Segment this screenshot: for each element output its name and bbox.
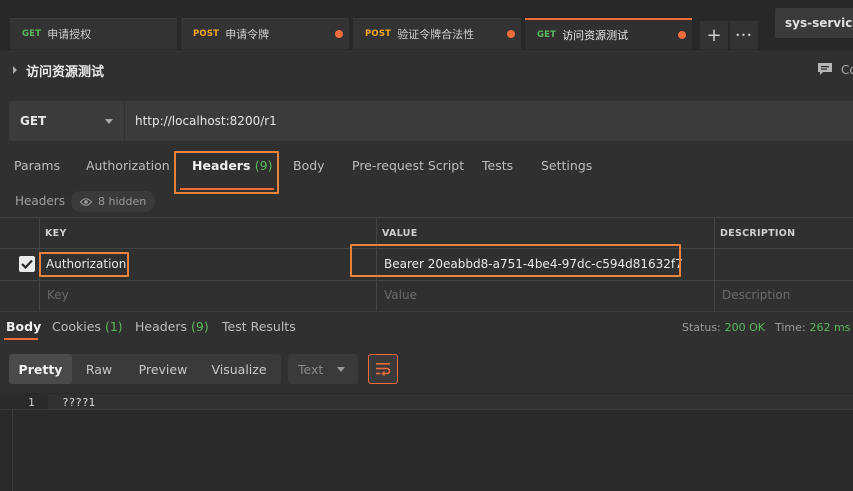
environment-selector[interactable]: sys-service — [775, 8, 853, 38]
new-tab-button[interactable]: + — [700, 21, 728, 49]
view-preview-button[interactable]: Preview — [126, 354, 200, 384]
description-placeholder[interactable]: Description — [722, 288, 790, 302]
method-value: GET — [20, 114, 47, 128]
wrap-lines-button[interactable] — [368, 354, 398, 384]
tab-prerequest-script[interactable]: Pre-request Script — [352, 158, 464, 178]
format-select[interactable]: Text — [288, 354, 358, 384]
editor-gutter-line — [12, 410, 13, 491]
tab-authorization[interactable]: Authorization — [86, 158, 170, 178]
response-status: Status: 200 OK — [682, 320, 765, 334]
hidden-headers-count: 8 hidden — [98, 195, 147, 208]
request-tab-4[interactable]: GET 访问资源测试 — [525, 18, 692, 49]
tab-method: GET — [22, 29, 42, 39]
highlight-box-value — [350, 244, 681, 277]
unsaved-dot-icon — [678, 31, 686, 39]
url-value: http://localhost:8200/r1 — [135, 114, 277, 128]
tab-title: 访问资源测试 — [562, 28, 629, 42]
time-value: 262 ms — [809, 321, 851, 334]
request-title[interactable]: 访问资源测试 — [13, 60, 104, 80]
table-border — [0, 280, 853, 281]
comments-button[interactable]: Co — [817, 62, 853, 77]
tab-title: 验证令牌合法性 — [397, 28, 475, 41]
highlight-box-headers-tab — [174, 151, 279, 194]
status-value: 200 OK — [724, 321, 765, 334]
tab-title: 申请授权 — [47, 28, 92, 41]
checkmark-icon — [21, 259, 33, 269]
table-border — [0, 217, 853, 218]
header-description-cell[interactable] — [720, 257, 850, 273]
request-tab-1[interactable]: GET 申请授权 — [10, 18, 177, 49]
cookies-count: (1) — [104, 319, 123, 334]
highlight-box-key — [39, 252, 129, 277]
line-number: 1 — [28, 396, 35, 409]
tab-body[interactable]: Body — [293, 158, 325, 178]
key-placeholder[interactable]: Key — [47, 288, 69, 302]
response-tab-cookies[interactable]: Cookies (1) — [52, 319, 123, 334]
tab-tests[interactable]: Tests — [482, 158, 513, 178]
chevron-down-icon — [337, 367, 345, 372]
response-tab-body[interactable]: Body — [6, 319, 41, 334]
hidden-headers-toggle[interactable]: 8 hidden — [71, 191, 155, 212]
tab-settings[interactable]: Settings — [541, 158, 592, 178]
comments-label: Co — [841, 62, 853, 77]
request-tab-3[interactable]: POST 验证令牌合法性 — [353, 18, 521, 49]
time-label: Time: — [775, 321, 806, 334]
response-time: Time: 262 ms — [775, 320, 850, 334]
method-select[interactable]: GET — [9, 101, 124, 141]
eye-icon — [80, 197, 92, 206]
unsaved-dot-icon — [335, 30, 343, 38]
environment-name: sys-service — [785, 16, 853, 30]
headers-section-label: Headers — [15, 194, 65, 208]
wrap-lines-icon — [376, 363, 391, 376]
column-header-value: VALUE — [382, 228, 418, 239]
column-header-description: DESCRIPTION — [720, 228, 796, 239]
expand-caret-icon — [13, 66, 17, 74]
tab-params[interactable]: Params — [14, 158, 60, 178]
request-name: 访问资源测试 — [26, 64, 105, 80]
request-tab-2[interactable]: POST 申请令牌 — [181, 18, 349, 49]
table-border — [714, 218, 715, 311]
header-enabled-checkbox[interactable] — [19, 256, 35, 272]
tab-method: POST — [193, 29, 220, 39]
response-tab-test-results[interactable]: Test Results — [222, 319, 296, 334]
editor-divider — [0, 409, 853, 410]
url-input[interactable]: http://localhost:8200/r1 — [125, 101, 853, 141]
format-value: Text — [298, 361, 324, 377]
view-visualize-button[interactable]: Visualize — [200, 354, 278, 384]
comment-icon — [818, 63, 832, 75]
unsaved-dot-icon — [507, 30, 515, 38]
view-raw-button[interactable]: Raw — [72, 354, 126, 384]
active-line-highlight — [48, 394, 853, 409]
tab-method: GET — [537, 29, 557, 40]
value-placeholder[interactable]: Value — [384, 288, 417, 302]
tab-method: POST — [365, 29, 392, 39]
response-tab-headers[interactable]: Headers (9) — [135, 319, 209, 334]
column-header-key: KEY — [45, 228, 67, 239]
response-headers-count: (9) — [191, 319, 209, 334]
cookies-label: Cookies — [52, 319, 101, 334]
more-tabs-button[interactable]: ••• — [730, 21, 758, 49]
status-label: Status: — [682, 321, 721, 334]
active-response-tab-underline — [4, 338, 38, 340]
code-line: ????1 — [62, 396, 96, 409]
view-pretty-button[interactable]: Pretty — [9, 354, 72, 384]
tab-title: 申请令牌 — [225, 28, 270, 41]
chevron-down-icon — [105, 119, 113, 124]
response-headers-label: Headers — [135, 319, 188, 334]
